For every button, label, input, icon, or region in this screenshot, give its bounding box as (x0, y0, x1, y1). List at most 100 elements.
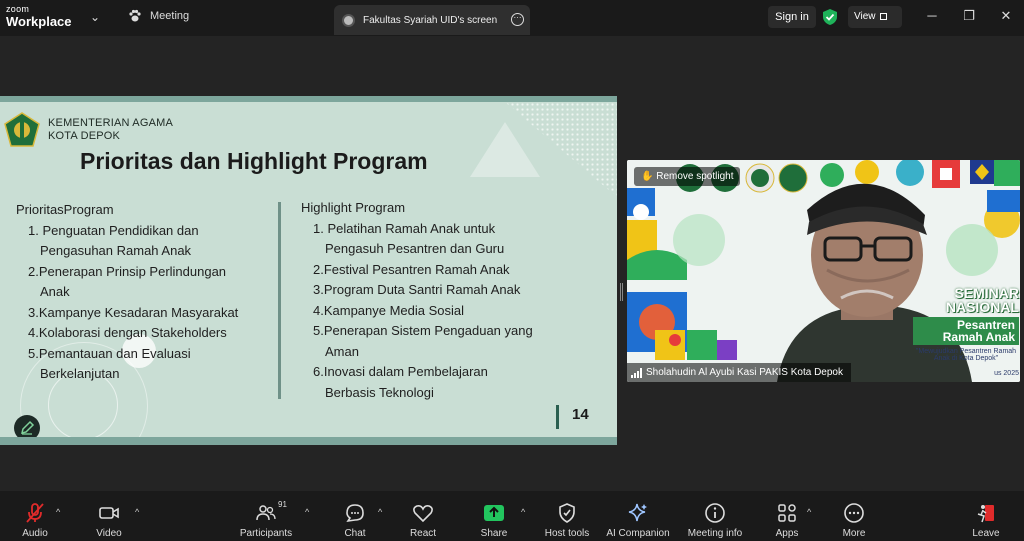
priority-program-column: PrioritasProgram 1. Penguatan Pendidikan… (16, 200, 238, 385)
meeting-controls-toolbar: Audio ^ Video ^ 91 Participants ^ Chat ^… (0, 491, 1024, 541)
shield-icon (559, 503, 575, 523)
logo-line2: Workplace (6, 14, 72, 29)
leave-label: Leave (972, 528, 1000, 539)
apps-options-caret[interactable]: ^ (807, 507, 811, 517)
sign-in-button[interactable]: Sign in (768, 6, 816, 28)
view-layout-icon (879, 13, 887, 20)
more-icon (844, 503, 864, 523)
participants-options-caret[interactable]: ^ (305, 507, 309, 517)
more-label: More (842, 528, 866, 539)
slide-header: KEMENTERIAN AGAMA KOTA DEPOK (4, 112, 173, 148)
list-item: 5.Penerapan Sistem Pengaduan yang (313, 323, 533, 338)
participants-icon (256, 505, 276, 521)
zoom-workplace-logo: zoom Workplace (6, 5, 72, 29)
banner-line5: us 2025 (994, 370, 1019, 377)
list-item: 3.Program Duta Santri Ramah Anak (313, 282, 521, 297)
participants-count: 91 (278, 500, 287, 509)
view-label: View (854, 11, 876, 22)
security-shield-icon[interactable] (823, 9, 837, 25)
ministry-name: KEMENTERIAN AGAMA KOTA DEPOK (48, 117, 173, 143)
video-options-caret[interactable]: ^ (135, 507, 139, 517)
signal-strength-icon (631, 367, 642, 378)
video-label: Video (96, 528, 122, 539)
participants-button[interactable]: 91 Participants (236, 500, 296, 539)
share-button[interactable]: Share (474, 502, 514, 539)
participant-name: Sholahudin Al Ayubi Kasi PAKIS Kota Depo… (646, 367, 843, 378)
heart-icon (413, 505, 433, 523)
apps-button[interactable]: Apps (767, 502, 807, 539)
ministry-line1: KEMENTERIAN AGAMA (48, 117, 174, 129)
react-label: React (409, 528, 437, 539)
title-bar: zoom Workplace ⌄ Meeting Fakultas Syaria… (0, 0, 1024, 36)
meeting-info-button[interactable]: Meeting info (683, 502, 747, 539)
chat-icon (346, 504, 364, 523)
page-number: 14 (572, 406, 589, 423)
audio-label: Audio (22, 528, 48, 539)
tab-meeting-label: Meeting (150, 10, 190, 22)
annotate-button[interactable] (14, 415, 40, 437)
list-item: 5.Pemantauan dan Evaluasi (28, 345, 191, 361)
tab-shared-screen[interactable]: Fakultas Syariah UID's screen ··· (334, 5, 530, 35)
react-button[interactable]: React (403, 502, 443, 539)
participants-label: Participants (239, 528, 293, 539)
list-item: 4.Kampanye Media Sosial (313, 302, 465, 318)
page-number-bar (556, 405, 559, 429)
ellipsis-icon[interactable]: ··· (511, 13, 524, 26)
audio-options-caret[interactable]: ^ (56, 507, 60, 517)
list-item: Pengasuhan Ramah Anak (40, 243, 192, 258)
participant-name-label: Sholahudin Al Ayubi Kasi PAKIS Kota Depo… (627, 363, 851, 382)
list-item: 3.Kampanye Kesadaran Masyarakat (28, 304, 239, 320)
list-item: Berkelanjutan (40, 366, 120, 381)
banner-line4: "Mewujudkan Pesantren Ramah Anak di Kota… (915, 348, 1017, 362)
tab-shared-screen-label: Fakultas Syariah UID's screen (363, 14, 498, 26)
chat-options-caret[interactable]: ^ (378, 507, 382, 517)
minimize-button[interactable]: ─ (924, 8, 940, 23)
host-tools-button[interactable]: Host tools (542, 502, 592, 539)
more-button[interactable]: More (834, 502, 874, 539)
sharer-avatar (342, 13, 355, 27)
remove-spotlight-button[interactable]: ✋ Remove spotlight (634, 167, 740, 186)
chat-button[interactable]: Chat (335, 502, 375, 539)
banner-line2: NASIONAL (945, 299, 1019, 315)
seminar-banner: SEMINAR NASIONAL Pesantren Ramah Anak "M… (913, 286, 1019, 377)
close-button[interactable]: ✕ (998, 8, 1014, 24)
banner-line1: SEMINAR (954, 285, 1019, 301)
view-button[interactable]: View (848, 6, 902, 28)
slide-title: Prioritas dan Highlight Program (80, 148, 428, 174)
paw-icon (129, 9, 141, 22)
apps-label: Apps (775, 528, 799, 539)
tab-meeting[interactable]: Meeting (128, 9, 189, 23)
shared-screen-slide: KEMENTERIAN AGAMA KOTA DEPOK Prioritas d… (0, 96, 617, 445)
list-item: 6.Inovasi dalam Pembelajaran (313, 364, 488, 379)
host-tools-label: Host tools (544, 528, 590, 539)
chevron-down-icon[interactable]: ⌄ (90, 10, 100, 24)
chat-label: Chat (344, 528, 366, 539)
leave-button[interactable]: Leave (966, 502, 1006, 539)
video-camera-icon (99, 507, 119, 519)
ai-companion-label: AI Companion (606, 528, 670, 539)
list-item: Aman (325, 343, 359, 359)
audio-button[interactable]: Audio (15, 502, 55, 539)
decorative-triangle (470, 122, 540, 177)
ministry-line2: KOTA DEPOK (48, 130, 121, 142)
apps-icon (778, 504, 796, 522)
leave-icon (977, 505, 994, 523)
list-item: Anak (40, 284, 70, 299)
pencil-icon (20, 420, 35, 435)
participant-video-tile[interactable]: ✋ Remove spotlight SEMINAR NASIONAL Pesa… (627, 160, 1020, 382)
share-options-caret[interactable]: ^ (521, 507, 525, 517)
list-item: 2.Penerapan Prinsip Perlindungan (28, 263, 227, 279)
highlight-program-column: Highlight Program 1. Pelatihan Ramah Ana… (301, 198, 533, 403)
list-item: 2.Festival Pesantren Ramah Anak (313, 261, 510, 277)
microphone-muted-icon (26, 503, 44, 523)
sparkle-icon (628, 503, 647, 522)
ai-companion-button[interactable]: AI Companion (603, 502, 673, 539)
list-item: 1. Penguatan Pendidikan dan (28, 222, 199, 238)
banner-line3: Pesantren Ramah Anak (913, 317, 1019, 345)
info-icon (705, 503, 725, 523)
column-divider (278, 202, 281, 399)
restore-button[interactable]: ❐ (961, 8, 977, 24)
video-button[interactable]: Video (89, 502, 129, 539)
ministry-emblem-icon (4, 112, 40, 147)
resize-handle[interactable] (620, 283, 623, 301)
